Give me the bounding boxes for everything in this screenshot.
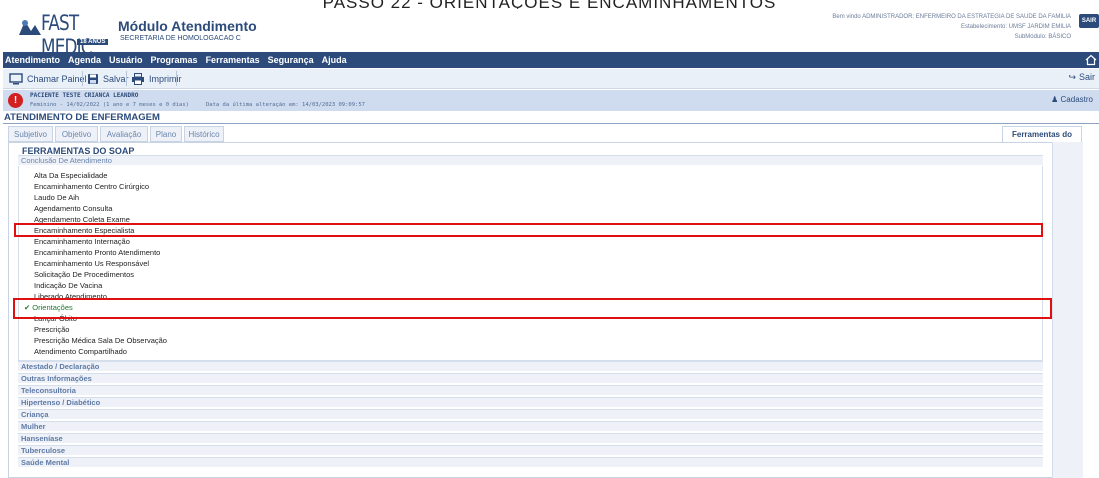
- section-mulher[interactable]: Mulher: [18, 421, 1043, 431]
- module-title: Módulo Atendimento: [118, 18, 257, 34]
- save-icon: [88, 74, 98, 84]
- main-menu: Atendimento Agenda Usuário Programas Fer…: [3, 52, 1099, 68]
- print-button[interactable]: Imprimir: [131, 72, 186, 86]
- tab-ferramentas-soap[interactable]: Ferramentas do SOAP: [1002, 126, 1082, 154]
- option-encaminhamento-centro-cirurgico[interactable]: Encaminhamento Centro Cirúrgico: [34, 182, 149, 191]
- option-atendimento-compartilhado[interactable]: Atendimento Compartilhado: [34, 347, 127, 356]
- section-tuberculose[interactable]: Tuberculose: [18, 445, 1043, 455]
- option-solicitacao-procedimentos[interactable]: Solicitação De Procedimentos: [34, 270, 134, 279]
- section-hanseniase[interactable]: Hanseníase: [18, 433, 1043, 443]
- section-hipertenso-diabetico[interactable]: Hipertenso / Diabético: [18, 397, 1043, 407]
- menu-programas[interactable]: Programas: [147, 52, 202, 68]
- toolbar-exit-button[interactable]: ↪ Sair: [1068, 72, 1095, 83]
- option-prescricao[interactable]: Prescrição: [34, 325, 69, 334]
- option-indicacao-vacina[interactable]: Indicação De Vacina: [34, 281, 102, 290]
- conclusao-options-list: [18, 166, 1043, 361]
- menu-ajuda[interactable]: Ajuda: [318, 52, 351, 68]
- toolbar-divider: [82, 71, 83, 86]
- menu-agenda[interactable]: Agenda: [64, 52, 105, 68]
- highlight-encaminhamento-especialista: [14, 223, 1043, 237]
- toolbar-divider: [176, 71, 177, 86]
- home-icon[interactable]: [1085, 54, 1097, 66]
- fast-medic-logo: FAST MEDIC 18 ANOS: [17, 11, 111, 59]
- logo-years-badge: 18 ANOS: [77, 39, 109, 45]
- menu-usuario[interactable]: Usuário: [105, 52, 147, 68]
- alert-icon[interactable]: !: [8, 93, 23, 108]
- page-title: ATENDIMENTO DE ENFERMAGEM: [4, 112, 160, 123]
- option-encaminhamento-us-responsavel[interactable]: Encaminhamento Us Responsável: [34, 259, 149, 268]
- option-encaminhamento-pronto-atendimento[interactable]: Encaminhamento Pronto Atendimento: [34, 248, 160, 257]
- logo-mark-icon: [19, 20, 41, 35]
- cadastro-link[interactable]: ♟ Cadastro: [1051, 95, 1093, 104]
- app-header: FAST MEDIC 18 ANOS Módulo Atendimento SE…: [3, 9, 1099, 59]
- menu-ferramentas[interactable]: Ferramentas: [202, 52, 264, 68]
- option-encaminhamento-internacao[interactable]: Encaminhamento Internação: [34, 237, 130, 246]
- monitor-icon: [9, 73, 23, 85]
- welcome-user: Bem vindo ADMINISTRADOR: ENFERMEIRO DA E…: [832, 14, 1071, 20]
- tab-avaliacao[interactable]: Avaliação: [100, 126, 148, 142]
- section-crianca[interactable]: Criança: [18, 409, 1043, 419]
- module-subtitle: SECRETARIA DE HOMOLOGACAO C: [120, 35, 241, 42]
- patient-bar: ! PACIENTE TESTE CRIANCA LEANDRO Feminin…: [3, 90, 1099, 111]
- exit-arrow-icon: ↪: [1068, 72, 1076, 82]
- menu-atendimento[interactable]: Atendimento: [3, 52, 64, 68]
- highlight-orientacoes: [13, 298, 1052, 319]
- option-alta-especialidade[interactable]: Alta Da Especialidade: [34, 171, 107, 180]
- exit-label: Sair: [1078, 72, 1095, 82]
- section-saude-mental[interactable]: Saúde Mental: [18, 457, 1043, 467]
- save-button[interactable]: Salvar: [87, 72, 137, 86]
- patient-last-change: Data da última alteração em: 14/03/2023 …: [206, 102, 365, 108]
- call-panel-label: Chamar Painel: [27, 74, 87, 84]
- welcome-submodule: SubMódulo: BÁSICO: [1014, 34, 1071, 40]
- cadastro-label: Cadastro: [1060, 95, 1093, 104]
- option-prescricao-medica-sala-observacao[interactable]: Prescrição Médica Sala De Observação: [34, 336, 167, 345]
- save-label: Salvar: [103, 74, 129, 84]
- tab-plano[interactable]: Plano: [150, 126, 182, 142]
- side-column: [1052, 142, 1083, 478]
- title-divider: [3, 123, 1099, 124]
- toolbar-divider: [126, 71, 127, 86]
- section-outras-informacoes[interactable]: Outras Informações: [18, 373, 1043, 383]
- section-atestado-declaracao[interactable]: Atestado / Declaração: [18, 361, 1043, 371]
- tab-subjetivo[interactable]: Subjetivo: [8, 126, 53, 142]
- welcome-establishment: Estabelecimento: UMSF JARDIM EMILIA: [960, 24, 1071, 30]
- patient-name: PACIENTE TESTE CRIANCA LEANDRO: [30, 92, 139, 99]
- menu-seguranca[interactable]: Segurança: [264, 52, 318, 68]
- option-laudo-aih[interactable]: Laudo De Aih: [34, 193, 79, 202]
- section-conclusao-atendimento[interactable]: Conclusão De Atendimento: [18, 155, 1043, 165]
- section-teleconsultoria[interactable]: Teleconsultoria: [18, 385, 1043, 395]
- call-panel-button[interactable]: Chamar Painel: [9, 72, 99, 86]
- patient-info: Feminino - 14/02/2022 (1 ano e 7 meses e…: [30, 102, 189, 108]
- header-exit-button[interactable]: SAIR: [1079, 14, 1099, 28]
- option-agendamento-consulta[interactable]: Agendamento Consulta: [34, 204, 112, 213]
- welcome-info: Bem vindo ADMINISTRADOR: ENFERMEIRO DA E…: [832, 12, 1071, 42]
- tab-historico[interactable]: Histórico: [184, 126, 224, 142]
- user-icon: ♟: [1051, 95, 1059, 104]
- action-toolbar: Chamar Painel Salvar Imprimir ↪ Sair: [3, 69, 1099, 89]
- printer-icon: [132, 73, 144, 85]
- tab-objetivo[interactable]: Objetivo: [55, 126, 98, 142]
